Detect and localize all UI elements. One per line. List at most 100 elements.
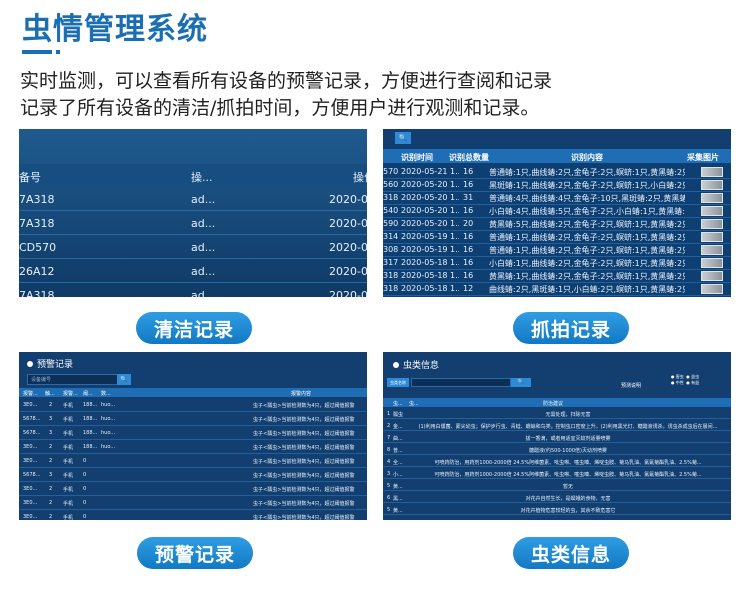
capture-record-button[interactable]: 抓拍记录 <box>513 312 629 344</box>
description: 实时监测，可以查看所有设备的预警记录，方便进行查阅和记录 记录了所有设备的清洁/… <box>20 68 730 122</box>
capture-thumbnail[interactable] <box>701 180 723 190</box>
search-icon[interactable]: 🔍 <box>395 132 411 144</box>
capture-thumbnail[interactable] <box>701 206 723 216</box>
table-cell: 虫子<瓢虫>当前检测数为4只，超过阈值报警 <box>253 459 355 465</box>
table-cell: 3 <box>49 430 53 436</box>
table-row[interactable]: 560 2020-05-20 1... 16 黑斑蝽:1只,曲线蝽:2只,金龟子:2只… <box>383 178 731 192</box>
table-header: 备号 操... 操作 <box>19 164 367 186</box>
clean-record-screenshot: 备号 操... 操作 7A318ad...2020-05-7A318ad...2… <box>19 129 367 297</box>
table-cell: 20 <box>463 219 474 228</box>
table-row[interactable]: 540 2020-05-20 1... 16 小白蝽:4只,曲线蝽:5只,金龟子:2只… <box>383 204 731 218</box>
table-row[interactable]: 7A318 ad... 2020-05- <box>19 211 367 235</box>
capture-thumbnail[interactable] <box>701 193 723 203</box>
search-input[interactable] <box>411 378 511 387</box>
table-row[interactable]: 7 曲... 拔一香滴，或者用适宜灭蚊剂适量喷雾 <box>383 432 731 443</box>
table-row[interactable]: 314 2020-05-19 1... 16 普通蝽:1只,曲线蝽:2只,金龟子:2只… <box>383 230 731 244</box>
search-icon[interactable]: 🔍 <box>117 374 131 385</box>
table-row[interactable]: 3 小... 可喷药防治，用药剂1000-2000倍 24.5%阿维菌素、吡虫啉、噻… <box>383 468 731 479</box>
table-cell: 普通蝽:1只,曲线蝽:2只,金龟子:2只,螟蛴:1只,黄黑蝽:2只,瓢虫:4只,… <box>489 233 685 242</box>
table-row[interactable]: 2 金... (1)利用白僵菌、蒙尖幼虫；保护步行虫、青蛙、蟾蜍和鸟类，控制虫口密度… <box>383 420 731 431</box>
table-cell: 3E0... <box>23 444 38 450</box>
search-input[interactable]: 设备编号 <box>27 374 119 385</box>
table-cell: 2 <box>49 486 53 492</box>
table-cell: 570 <box>383 167 399 176</box>
table-cell: 2020-05-19 1... <box>401 232 459 241</box>
table-cell: (1)利用白僵菌、蒙尖幼虫；保护步行虫、青蛙、蟾蜍和鸟类，控制虫口密度上升。(2… <box>418 424 718 430</box>
capture-thumbnail[interactable] <box>701 219 723 229</box>
table-cell: 普... <box>393 448 403 454</box>
table-row[interactable]: 318 2020-05-20 1... 31 普通蝽:4只,曲线蝽:4只,金龟子:10… <box>383 191 731 205</box>
table-row[interactable]: 5678... 3 手机 188... huo... 虫子<瓢虫>当前检测数为4只，超过阈… <box>19 426 367 440</box>
insect-info-button[interactable]: 虫类信息 <box>513 537 629 569</box>
table-cell: 普通蝽:4只,曲线蝽:4只,金龟子:10只,黑斑蝽:2只,黄黑蝽:2只,瓢虫:.… <box>489 194 685 203</box>
table-cell: 318 <box>383 284 399 293</box>
table-cell: 188... <box>83 416 98 422</box>
table-cell: 2 <box>49 458 53 464</box>
table-row[interactable]: 590 2020-05-20 1... 20 黄黑蝽:5只,曲线蝽:2只,金龟子:2只… <box>383 217 731 231</box>
table-cell: 5678... <box>23 416 41 422</box>
table-row[interactable]: CD570 ad... 2020-05- <box>19 235 367 259</box>
table-row[interactable]: 318 2020-05-18 1... 16 黄黑蝽:1只,曲线蝽:2只,金龟子:2只… <box>383 269 731 283</box>
table-cell: 小白蝽:1只,曲线蝽:2只,金龟子:2只,螟蛴:1只,黄黑蝽:2只,瓢虫:4只,… <box>489 259 685 268</box>
table-cell: 暂无 <box>562 484 573 490</box>
panel-title: 虫类信息 <box>393 358 439 371</box>
table-row[interactable]: 7A318 ad... 2020-05- <box>19 187 367 211</box>
table-row[interactable]: 3E0... 2 手机 0 虫子<瓢虫>当前检测数为4只，超过阈值报警 <box>19 454 367 468</box>
table-row[interactable]: 5 黄... 对花卉植物危害较轻的虫，其余不致危害它 <box>383 504 731 515</box>
table-cell: 手机 <box>63 459 74 465</box>
table-row[interactable]: 26A12 ad... 2020-05- <box>19 259 367 283</box>
table-cell: 手机 <box>63 487 74 493</box>
capture-thumbnail[interactable] <box>701 245 723 255</box>
table-row[interactable]: 3E0... 2 手机 188... huo... 虫子<瓢虫>当前检测数为4只，超过阈值… <box>19 398 367 412</box>
table-row[interactable]: 5678... 3 手机 188... huo... 虫子<瓢虫>当前检测数为4只，超过阈… <box>19 412 367 426</box>
column-header: 报警... <box>23 391 38 397</box>
table-row[interactable]: 1 瓢虫 无需处理，扫除无害 <box>383 408 731 419</box>
table-cell: 3 <box>49 472 53 478</box>
table-cell: 手机 <box>63 403 74 409</box>
table-cell: 560 <box>383 180 399 189</box>
table-row[interactable]: 6 黑... 对花卉自然生长，是螟蛾的食物，无害 <box>383 492 731 503</box>
warning-record-button[interactable]: 预警记录 <box>137 537 253 569</box>
capture-thumbnail[interactable] <box>701 284 723 294</box>
column-header: 虫... <box>409 401 419 407</box>
table-row[interactable]: 3E0... 2 手机 188... huo... 虫子<瓢虫>当前检测数为4只，超过阈值… <box>19 440 367 454</box>
table-row[interactable]: 8 普... 糖醋液(约500-1000倍)灭幼剂喷雾 <box>383 444 731 455</box>
table-cell: 普通蝽:1只,曲线蝽:2只,金龟子:2只,螟蛴:1只,黄黑蝽:2只,瓢虫:4只,… <box>489 168 685 177</box>
capture-thumbnail[interactable] <box>701 271 723 281</box>
table-row[interactable]: 308 2020-05-19 1... 16 普通蝽:1只,曲线蝽:2只,金龟子:2只… <box>383 243 731 257</box>
table-cell: 虫子<瓢虫>当前检测数为4只，超过阈值报警 <box>253 515 355 520</box>
underline-bar <box>22 50 52 54</box>
table-row[interactable]: 5678... 3 手机 0 虫子<瓢虫>当前检测数为4只，超过阈值报警 <box>19 468 367 482</box>
table-cell: 黄... <box>393 508 403 514</box>
table-row[interactable]: 570 2020-05-21 1... 16 普通蝽:1只,曲线蝽:2只,金龟子:2只… <box>383 165 731 179</box>
search-icon[interactable]: 🔍 <box>511 378 531 387</box>
table-cell: 2020-05- <box>329 265 367 278</box>
table-cell: 普通蝽:1只,曲线蝽:2只,金龟子:2只,螟蛴:1只,黄黑蝽:2只,瓢虫:4只,… <box>489 246 685 255</box>
table-row[interactable]: 3E0... 2 手机 0 虫子<瓢虫>当前检测数为4只，超过阈值报警 <box>19 482 367 496</box>
table-row[interactable]: 7A318 ad... 2020-05- <box>19 283 367 297</box>
table-header: 报警... 触... 报警... 阈... 数... 报警内容 <box>19 388 367 397</box>
capture-thumbnail[interactable] <box>701 167 723 177</box>
capture-thumbnail[interactable] <box>701 258 723 268</box>
table-cell: 16 <box>463 245 474 254</box>
clean-record-button[interactable]: 清洁记录 <box>136 312 252 344</box>
table-cell: 16 <box>463 271 474 280</box>
table-cell: 2020-05-19 1... <box>401 245 459 254</box>
table-cell: 2 <box>49 444 53 450</box>
table-cell: 2020-05-20 1... <box>401 193 459 202</box>
table-cell: 3E0... <box>23 486 38 492</box>
table-cell: 2020-05-20 1... <box>401 219 459 228</box>
table-row[interactable]: 3E0... 2 手机 0 虫子<瓢虫>当前检测数为4只，超过阈值报警 <box>19 510 367 520</box>
table-row[interactable]: 3E0... 2 手机 0 虫子<瓢虫>当前检测数为4只，超过阈值报警 <box>19 496 367 510</box>
insect-name-filter[interactable]: 虫类名称 <box>387 378 409 387</box>
table-cell: 黑斑蝽:1只,曲线蝽:2只,金龟子:2只,螟蛴:1只,小白蝽:2只,瓢虫:4只,… <box>489 181 685 190</box>
table-row[interactable]: 4 全... 可喷药防治，用药剂1000-2000倍 24.5%阿维菌素、吡虫啉、噻… <box>383 456 731 467</box>
column-header: 识别内容 <box>571 153 603 162</box>
table-row[interactable]: 317 2020-05-18 1... 16 小白蝽:1只,曲线蝽:2只,金龟子:2只… <box>383 256 731 270</box>
table-cell: 小白蝽:4只,曲线蝽:5只,金龟子:2只,小白蝽:1只,黄黑蝽:4只,瓢虫:1只… <box>489 207 685 216</box>
table-cell: 3 <box>49 416 53 422</box>
table-row[interactable]: 318 2020-05-18 1... 12 曲线蝽:2只,黑斑蝽:1只,小白蝽:2只… <box>383 282 731 296</box>
capture-thumbnail[interactable] <box>701 232 723 242</box>
table-row[interactable]: 5 黄... 暂无 <box>383 480 731 491</box>
table-cell: 手机 <box>63 445 74 451</box>
